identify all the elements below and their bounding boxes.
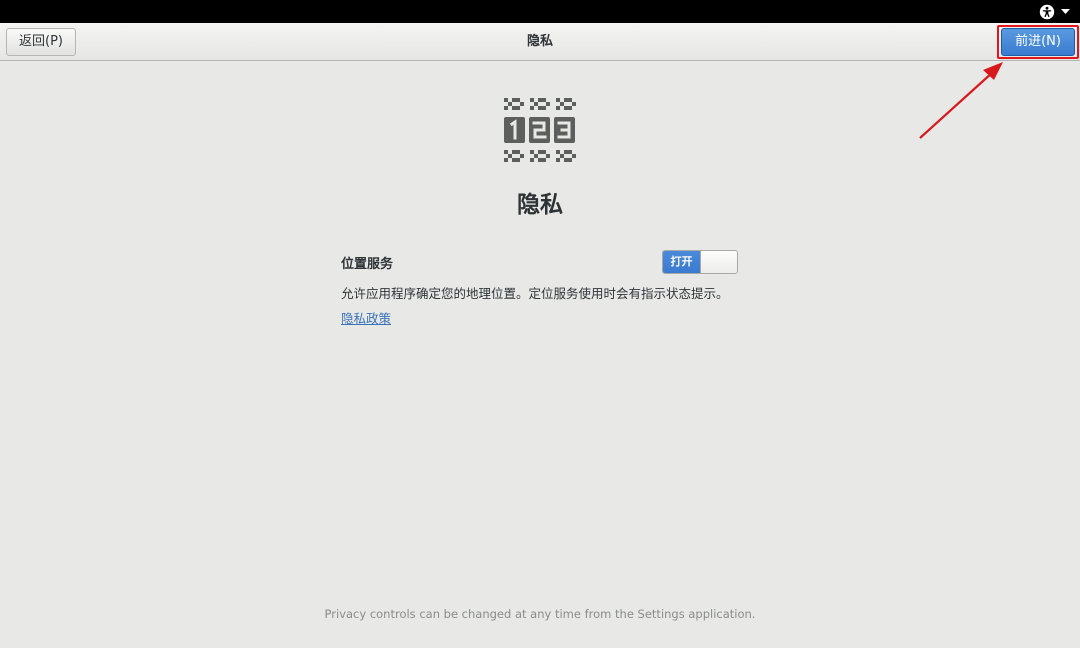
accessibility-icon[interactable] (1039, 4, 1055, 20)
back-button[interactable]: 返回(P) (6, 28, 76, 56)
privacy-policy-link[interactable]: 隐私政策 (341, 308, 391, 327)
header-bar: 隐私 返回(P) 前进(N) (0, 23, 1080, 61)
footer-note: Privacy controls can be changed at any t… (324, 607, 756, 621)
toggle-knob[interactable] (700, 251, 737, 273)
location-services-description: 允许应用程序确定您的地理位置。定位服务使用时会有指示状态提示。 (341, 286, 729, 301)
header-title: 隐私 (526, 34, 553, 49)
location-services-toggle[interactable]: 打开 (662, 250, 738, 274)
system-top-bar (0, 0, 1080, 23)
chevron-down-icon[interactable] (1061, 8, 1070, 15)
next-button[interactable]: 前进(N) (1001, 28, 1075, 56)
privacy-123-icon (504, 98, 576, 162)
toggle-on-label: 打开 (663, 251, 700, 273)
location-services-label: 位置服务 (341, 257, 394, 272)
system-menu[interactable] (1039, 2, 1070, 21)
page-title: 隐私 (517, 192, 563, 218)
